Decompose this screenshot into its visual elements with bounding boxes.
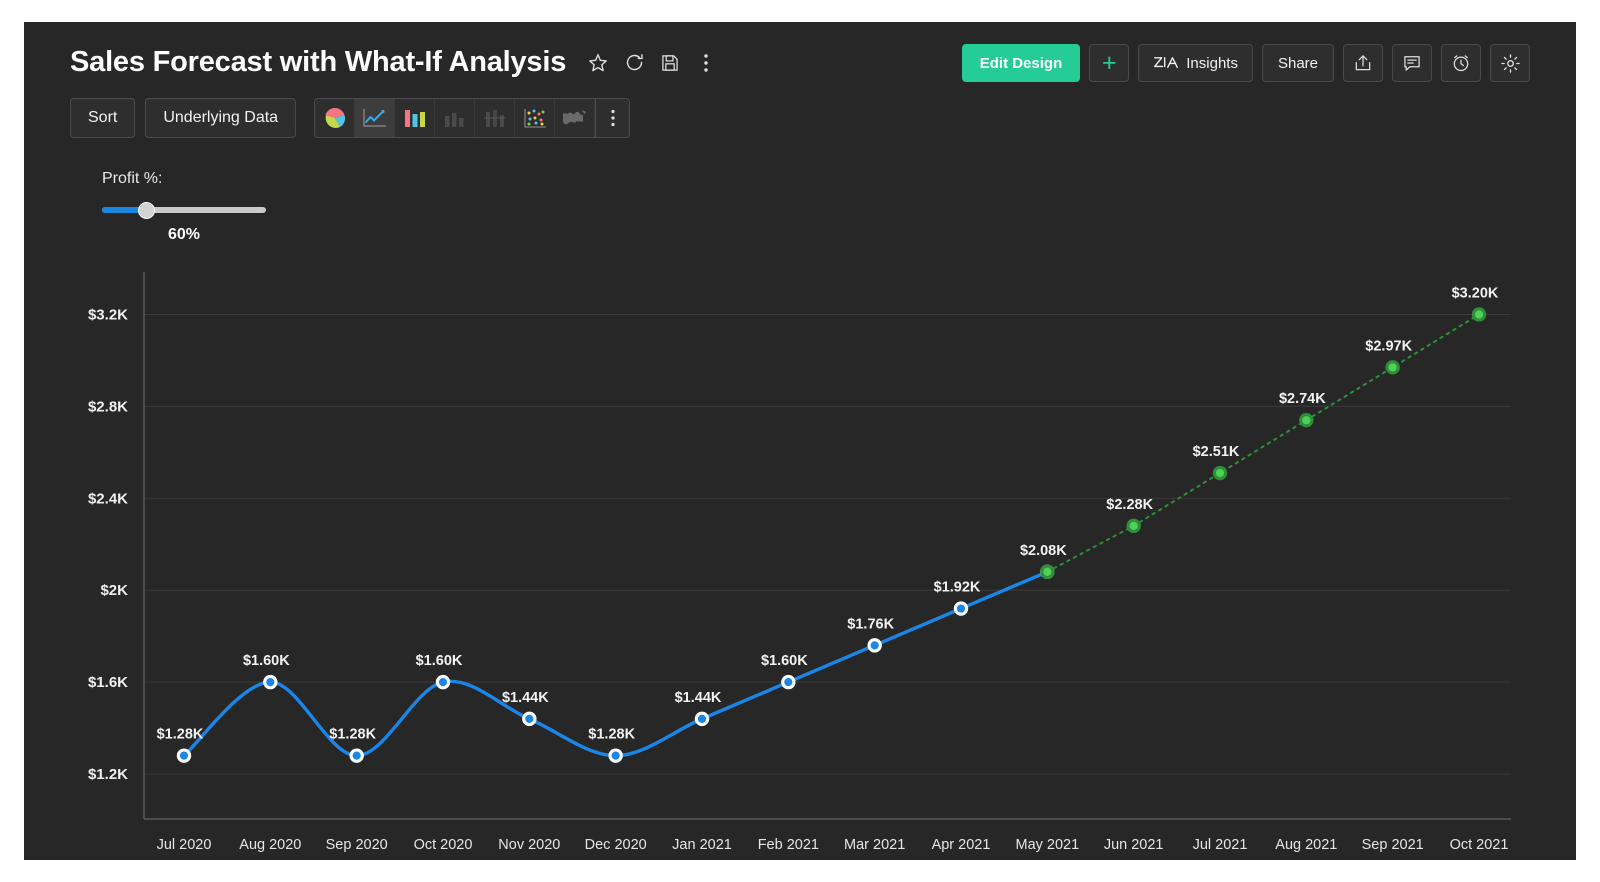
data-point-marker-core bbox=[353, 752, 361, 760]
data-point-marker-core bbox=[1216, 469, 1224, 477]
data-point-label: $2.08K bbox=[1020, 543, 1067, 559]
chart-toolbar: Sort Underlying Data bbox=[70, 98, 630, 138]
data-point-marker-core bbox=[612, 752, 620, 760]
gear-icon[interactable] bbox=[1490, 44, 1530, 82]
page-title: Sales Forecast with What-If Analysis bbox=[70, 46, 566, 79]
x-axis-tick-label: Feb 2021 bbox=[758, 837, 819, 852]
x-axis-tick-label: Dec 2020 bbox=[585, 837, 647, 852]
column-chart-icon bbox=[435, 99, 475, 137]
data-point-label: $2.97K bbox=[1365, 338, 1412, 354]
data-point-label: $2.74K bbox=[1279, 391, 1326, 407]
profit-filter: Profit %: 60% bbox=[80, 170, 380, 244]
data-point-label: $1.60K bbox=[761, 653, 808, 669]
data-point-label: $2.28K bbox=[1106, 497, 1153, 513]
chart-more-icon[interactable] bbox=[595, 99, 629, 137]
title-area: Sales Forecast with What-If Analysis bbox=[70, 46, 718, 79]
x-axis-tick-label: Apr 2021 bbox=[932, 837, 991, 852]
more-options-icon[interactable] bbox=[694, 51, 718, 75]
add-button[interactable]: + bbox=[1089, 44, 1129, 82]
x-axis-tick-label: Sep 2020 bbox=[326, 837, 388, 852]
data-point-label: $3.20K bbox=[1452, 285, 1499, 301]
x-axis-tick-label: Aug 2021 bbox=[1275, 837, 1337, 852]
data-point-label: $1.28K bbox=[588, 727, 635, 743]
x-axis-tick-label: Jun 2021 bbox=[1104, 837, 1164, 852]
map-chart-icon[interactable] bbox=[555, 99, 595, 137]
sort-button[interactable]: Sort bbox=[70, 98, 135, 138]
x-axis-tick-label: Mar 2021 bbox=[844, 837, 905, 852]
data-point-marker-core bbox=[1043, 568, 1051, 576]
data-point-marker-core bbox=[784, 678, 792, 686]
x-axis-tick-label: Aug 2020 bbox=[239, 837, 301, 852]
y-axis-tick-label: $3.2K bbox=[88, 306, 128, 323]
bar-chart-icon[interactable] bbox=[395, 99, 435, 137]
x-axis-tick-label: Oct 2021 bbox=[1450, 837, 1509, 852]
data-point-marker-core bbox=[525, 715, 533, 723]
pie-chart-icon[interactable] bbox=[315, 99, 355, 137]
x-axis-tick-label: Jul 2021 bbox=[1193, 837, 1248, 852]
y-axis-tick-label: $1.6K bbox=[88, 674, 128, 691]
underlying-data-button[interactable]: Underlying Data bbox=[145, 98, 296, 138]
scatter-chart-icon[interactable] bbox=[515, 99, 555, 137]
favorite-star-icon[interactable] bbox=[586, 51, 610, 75]
data-point-label: $1.28K bbox=[329, 727, 376, 743]
zia-logo-icon bbox=[1153, 53, 1179, 73]
data-point-label: $1.92K bbox=[934, 580, 981, 596]
alarm-icon[interactable] bbox=[1441, 44, 1481, 82]
header-actions: Edit Design + Insights Share bbox=[962, 44, 1530, 82]
data-point-label: $1.44K bbox=[502, 690, 549, 706]
data-point-label: $2.51K bbox=[1193, 444, 1240, 460]
line-chart: $1.2K $1.6K $2K $2.4K $2.8K $3.2K Jul 2020 Aug … bbox=[24, 252, 1576, 852]
data-point-marker-core bbox=[439, 678, 447, 686]
data-point-label: $1.60K bbox=[243, 653, 290, 669]
data-point-marker-core bbox=[698, 715, 706, 723]
x-axis-tick-label: May 2021 bbox=[1015, 837, 1079, 852]
data-point-label: $1.44K bbox=[675, 690, 722, 706]
y-axis-tick-label: $2.4K bbox=[88, 490, 128, 507]
profit-slider-value: 60% bbox=[102, 226, 266, 244]
y-axis-tick-label: $1.2K bbox=[88, 766, 128, 783]
data-point-label: $1.76K bbox=[847, 616, 894, 632]
data-point-label: $1.60K bbox=[416, 653, 463, 669]
x-axis-tick-label: Jan 2021 bbox=[672, 837, 732, 852]
series-line bbox=[1047, 314, 1479, 571]
zia-insights-button[interactable]: Insights bbox=[1138, 44, 1253, 82]
refresh-icon[interactable] bbox=[622, 51, 646, 75]
data-point-marker-core bbox=[1302, 416, 1310, 424]
x-axis-tick-label: Sep 2021 bbox=[1362, 837, 1424, 852]
save-icon[interactable] bbox=[658, 51, 682, 75]
stacked-chart-icon bbox=[475, 99, 515, 137]
zia-insights-label: Insights bbox=[1186, 55, 1238, 72]
data-point-marker-core bbox=[1389, 363, 1397, 371]
x-axis-tick-label: Nov 2020 bbox=[498, 837, 560, 852]
share-button[interactable]: Share bbox=[1262, 44, 1334, 82]
chart-type-group bbox=[314, 98, 630, 138]
profit-slider[interactable] bbox=[102, 202, 266, 218]
comment-icon[interactable] bbox=[1392, 44, 1432, 82]
line-chart-icon[interactable] bbox=[355, 99, 395, 137]
data-point-marker-core bbox=[180, 752, 188, 760]
data-point-marker-core bbox=[957, 604, 965, 612]
profit-filter-label: Profit %: bbox=[102, 170, 380, 188]
data-point-marker-core bbox=[871, 641, 879, 649]
x-axis-tick-label: Jul 2020 bbox=[157, 837, 212, 852]
slider-thumb[interactable] bbox=[138, 202, 155, 219]
data-point-marker-core bbox=[1130, 522, 1138, 530]
export-icon[interactable] bbox=[1343, 44, 1383, 82]
data-point-label: $1.28K bbox=[157, 727, 204, 743]
y-axis-tick-label: $2.8K bbox=[88, 398, 128, 415]
title-icon-group bbox=[586, 51, 718, 75]
x-axis-tick-label: Oct 2020 bbox=[414, 837, 473, 852]
y-axis-tick-label: $2K bbox=[100, 582, 128, 599]
data-point-marker-core bbox=[266, 678, 274, 686]
analytics-dashboard: Sales Forecast with What-If Analysis bbox=[24, 22, 1576, 860]
edit-design-button[interactable]: Edit Design bbox=[962, 44, 1081, 82]
data-point-marker-core bbox=[1475, 310, 1483, 318]
